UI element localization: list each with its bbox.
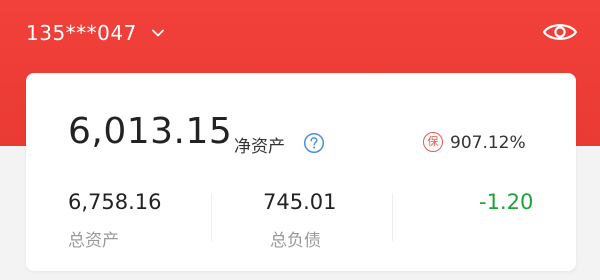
- total-assets-label: 总资产: [68, 231, 119, 251]
- guarantee-badge-icon: 保: [423, 132, 443, 152]
- eye-icon[interactable]: [541, 18, 579, 46]
- account-number: 135***047: [26, 21, 137, 45]
- guarantee-ratio: 907.12%: [450, 133, 526, 153]
- change-value: -1.20: [479, 190, 534, 214]
- total-liabilities-label: 总负债: [270, 231, 321, 251]
- account-selector[interactable]: 135***047: [26, 16, 165, 50]
- asset-summary-card: 6,013.15 净资产 保 907.12% 6,758.16 总资产 745.…: [26, 73, 576, 271]
- question-circle-icon[interactable]: [303, 132, 325, 154]
- divider: [211, 193, 212, 241]
- net-assets-label: 净资产: [234, 137, 285, 157]
- divider: [392, 193, 393, 241]
- total-assets-value: 6,758.16: [68, 190, 162, 214]
- total-liabilities-value: 745.01: [263, 190, 337, 214]
- net-assets-value: 6,013.15: [68, 111, 233, 152]
- chevron-down-icon: [151, 29, 164, 37]
